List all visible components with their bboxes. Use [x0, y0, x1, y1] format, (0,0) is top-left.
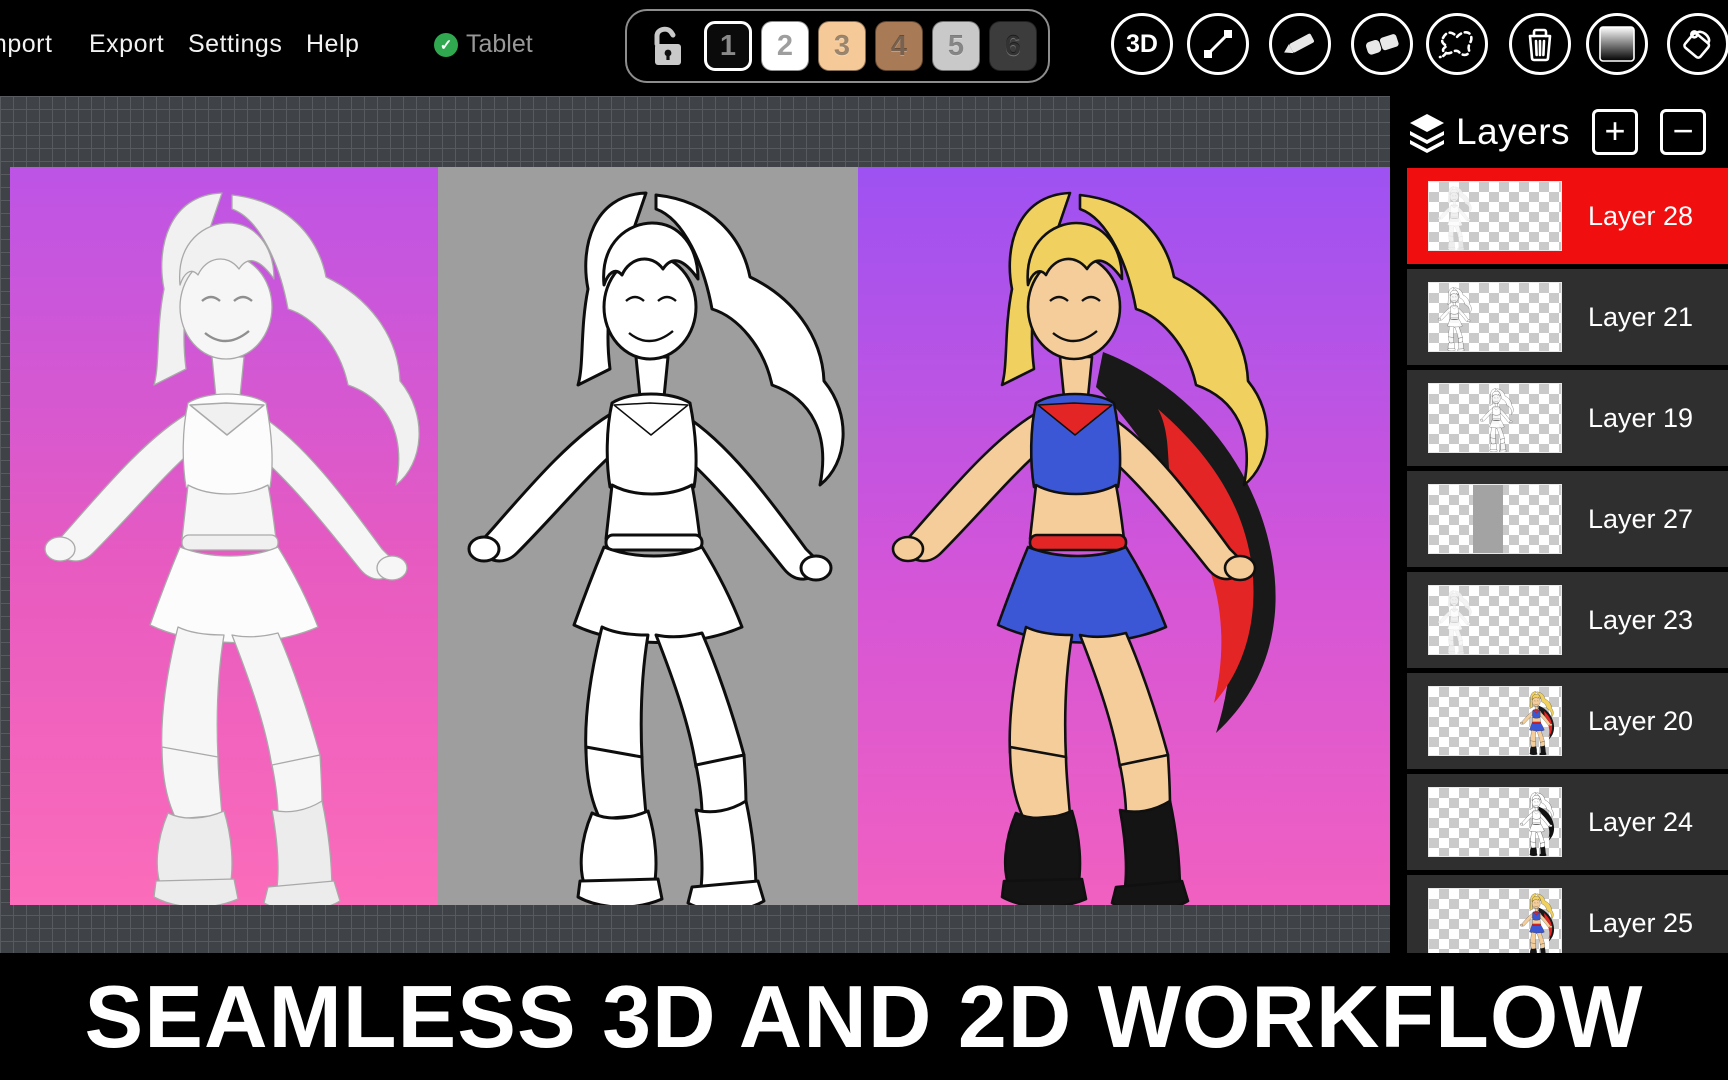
layer-row-24[interactable]: Layer 24 [1407, 774, 1728, 870]
layer-thumbnail [1428, 383, 1562, 453]
3d-mode-label: 3D [1126, 30, 1158, 59]
swatch-2[interactable]: 2 [761, 21, 809, 71]
remove-layer-button[interactable]: − [1660, 109, 1706, 155]
top-toolbar: mport Export Settings Help ✓ Tablet 1 2 … [0, 0, 1728, 96]
layers-header: Layers + − [1390, 96, 1728, 168]
layer-thumbnail [1428, 585, 1562, 655]
panel-colored-art[interactable] [858, 167, 1390, 905]
color-swatch-bar: 1 2 3 4 5 6 [625, 9, 1050, 83]
layer-row-25[interactable]: Layer 25 [1407, 875, 1728, 953]
workspace: Layers + − Layer 28 Layer 21 Layer 19 La… [0, 96, 1728, 953]
layer-row-20[interactable]: Layer 20 [1407, 673, 1728, 769]
artwork-canvas[interactable] [10, 167, 1390, 905]
layer-thumbnail [1428, 686, 1562, 756]
menu-item-import[interactable]: mport [0, 30, 52, 59]
lasso-select-button[interactable] [1426, 13, 1488, 75]
lasso-select-icon [1437, 24, 1477, 64]
layer-thumbnail [1428, 484, 1562, 554]
canvas-grid-background[interactable] [0, 96, 1390, 953]
layer-thumbnail [1428, 282, 1562, 352]
layer-thumbnail [1428, 787, 1562, 857]
layer-row-23[interactable]: Layer 23 [1407, 572, 1728, 668]
gradient-tool-button[interactable] [1586, 13, 1648, 75]
layer-thumbnail [1428, 888, 1562, 953]
swatch-3[interactable]: 3 [818, 21, 866, 71]
unlock-icon[interactable] [649, 24, 687, 68]
layer-name: Layer 21 [1588, 269, 1693, 365]
layers-icon [1406, 111, 1448, 153]
layer-row-28[interactable]: Layer 28 [1407, 168, 1728, 264]
swatch-1[interactable]: 1 [704, 21, 752, 71]
pencil-tool-icon [1281, 25, 1319, 63]
gray-bar [1473, 485, 1503, 554]
character-3d-render [10, 167, 438, 905]
bottom-banner: SEAMLESS 3D AND 2D WORKFLOW [0, 953, 1728, 1080]
layer-name: Layer 24 [1588, 774, 1693, 870]
layer-thumbnail [1428, 181, 1562, 251]
layer-name: Layer 19 [1588, 370, 1693, 466]
menu-item-help[interactable]: Help [306, 30, 359, 59]
tablet-connected-icon: ✓ [434, 33, 458, 57]
layer-row-27[interactable]: Layer 27 [1407, 471, 1728, 567]
fill-bucket-icon [1678, 24, 1718, 64]
layer-row-21[interactable]: Layer 21 [1407, 269, 1728, 365]
line-tool-button[interactable] [1187, 13, 1249, 75]
layer-name: Layer 27 [1588, 471, 1693, 567]
layer-row-19[interactable]: Layer 19 [1407, 370, 1728, 466]
pencil-tool-button[interactable] [1269, 13, 1331, 75]
layers-panel-title: Layers [1456, 111, 1570, 153]
panel-3d-render[interactable] [10, 167, 438, 905]
banner-text: SEAMLESS 3D AND 2D WORKFLOW [85, 966, 1644, 1068]
eraser-tool-icon [1362, 24, 1402, 64]
fill-bucket-button[interactable] [1667, 13, 1728, 75]
3d-mode-button[interactable]: 3D [1111, 13, 1173, 75]
layer-name: Layer 20 [1588, 673, 1693, 769]
gradient-tool-icon [1597, 24, 1637, 64]
trash-icon [1521, 25, 1559, 63]
tablet-status-label: Tablet [466, 30, 533, 59]
layers-panel: Layers + − Layer 28 Layer 21 Layer 19 La… [1390, 96, 1728, 953]
eraser-tool-button[interactable] [1351, 13, 1413, 75]
menu-item-export[interactable]: Export [89, 30, 164, 59]
layer-name: Layer 28 [1588, 168, 1693, 264]
swatch-6[interactable]: 6 [989, 21, 1037, 71]
layer-name: Layer 25 [1588, 875, 1693, 953]
panel-line-art[interactable] [438, 167, 858, 905]
swatch-4[interactable]: 4 [875, 21, 923, 71]
tablet-status: ✓ Tablet [434, 30, 533, 59]
trash-button[interactable] [1509, 13, 1571, 75]
line-tool-icon [1200, 26, 1236, 62]
character-line-art [438, 167, 858, 905]
layer-name: Layer 23 [1588, 572, 1693, 668]
swatch-5[interactable]: 5 [932, 21, 980, 71]
character-colored [858, 167, 1286, 905]
add-layer-button[interactable]: + [1592, 109, 1638, 155]
menu-item-settings[interactable]: Settings [188, 30, 282, 59]
